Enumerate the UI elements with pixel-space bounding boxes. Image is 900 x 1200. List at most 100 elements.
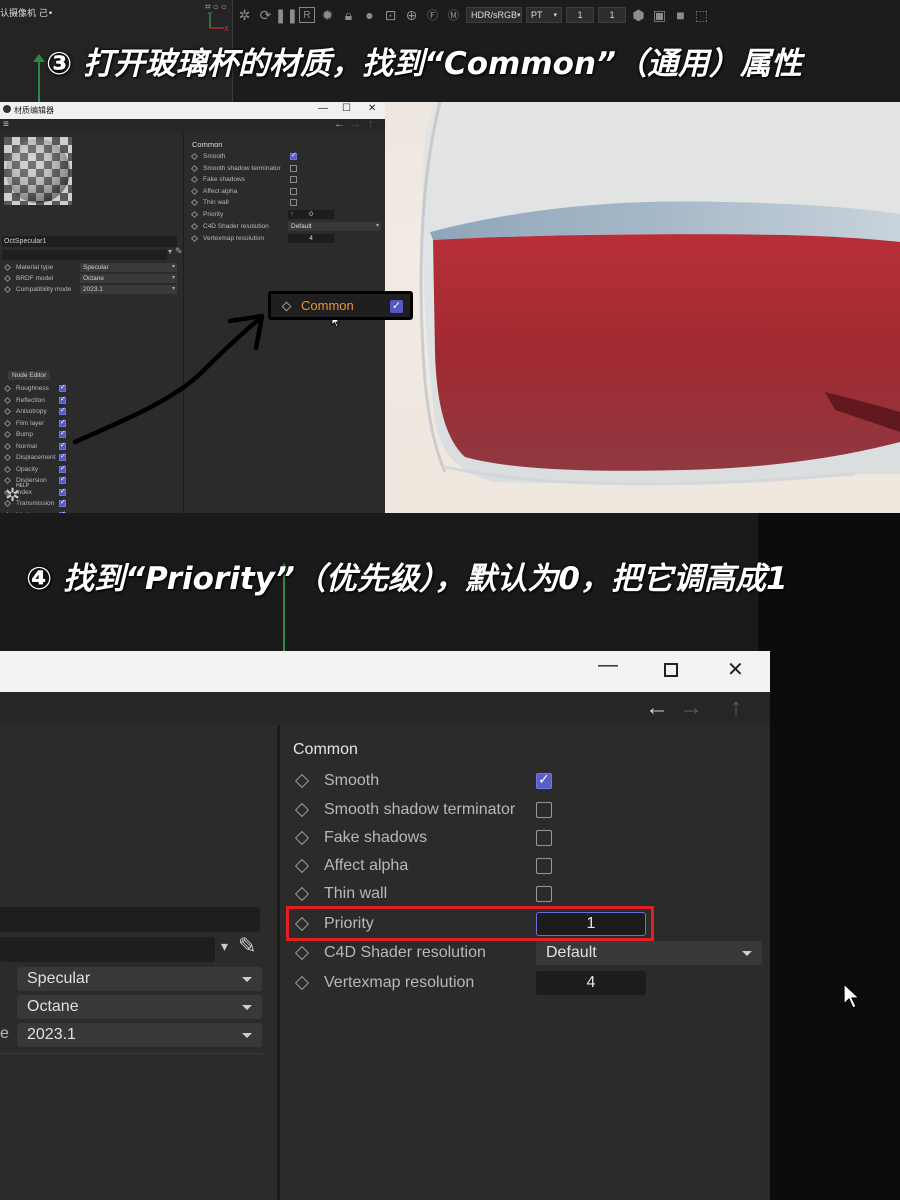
- smooth-checkbox[interactable]: [536, 771, 552, 789]
- channel-checkbox[interactable]: [59, 464, 66, 473]
- keyframe-diamond-icon[interactable]: [190, 234, 199, 243]
- compat-select-large[interactable]: 2023.1: [17, 1023, 262, 1047]
- panel-divider[interactable]: [183, 133, 184, 513]
- material-sub-field[interactable]: [2, 250, 167, 260]
- c4d-shader-resolution-select[interactable]: Default: [536, 941, 762, 965]
- keyframe-diamond-icon[interactable]: [3, 465, 12, 473]
- smooth-shadow-terminator-checkbox[interactable]: [536, 802, 552, 818]
- channel-checkbox[interactable]: [59, 418, 66, 427]
- frame-icon[interactable]: ▣: [651, 7, 668, 24]
- back-arrow-icon[interactable]: ←: [645, 694, 669, 722]
- channel-checkbox[interactable]: [59, 395, 66, 404]
- menu-icon[interactable]: ≡: [3, 119, 9, 130]
- keyframe-diamond-icon[interactable]: [3, 442, 12, 450]
- priority-field-small[interactable]: ‹ 0: [288, 210, 334, 219]
- keyframe-diamond-icon[interactable]: [190, 152, 199, 161]
- keyframe-diamond-icon[interactable]: [3, 263, 12, 272]
- back-arrow-icon[interactable]: ←: [334, 118, 345, 130]
- thin-wall-checkbox[interactable]: [536, 886, 552, 902]
- keyframe-diamond-icon[interactable]: [190, 222, 199, 231]
- smooth-shadow-checkbox-small[interactable]: [290, 165, 297, 172]
- keyframe-diamond-icon[interactable]: [294, 975, 310, 991]
- channel-checkbox[interactable]: [59, 475, 66, 484]
- material-type-select-large[interactable]: Specular: [17, 967, 262, 991]
- smooth-checkbox-small[interactable]: [290, 151, 297, 160]
- compat-select[interactable]: 2023.1: [80, 285, 177, 294]
- render-viewport[interactable]: [385, 102, 900, 513]
- keyframe-diamond-icon[interactable]: [294, 802, 310, 818]
- channel-row[interactable]: Opacity: [0, 464, 182, 475]
- fullscreen-icon[interactable]: ⬚: [693, 7, 710, 24]
- eyedropper-icon[interactable]: ✎: [238, 933, 256, 959]
- add-icon[interactable]: ⊕: [403, 7, 420, 24]
- keyframe-diamond-icon[interactable]: [3, 476, 12, 485]
- keyframe-diamond-icon[interactable]: [294, 830, 310, 846]
- dropdown-icon[interactable]: ▾: [168, 247, 172, 256]
- keyframe-diamond-icon[interactable]: [3, 384, 12, 393]
- keyframe-diamond-icon[interactable]: [294, 858, 310, 874]
- dot-icon[interactable]: ⊡: [382, 7, 399, 24]
- node-editor-button[interactable]: Node Editor: [8, 371, 51, 380]
- hex-icon[interactable]: ⬢: [630, 7, 647, 24]
- maximize-icon[interactable]: [664, 663, 678, 677]
- affect-alpha-checkbox[interactable]: [536, 858, 552, 874]
- thin-wall-checkbox-small[interactable]: [290, 199, 297, 206]
- channel-checkbox[interactable]: [59, 498, 66, 507]
- keyframe-diamond-icon[interactable]: [294, 886, 310, 902]
- dropdown-icon[interactable]: ▾: [221, 938, 228, 955]
- lock-icon[interactable]: 🔒︎: [340, 7, 357, 24]
- channel-row[interactable]: Film layer: [0, 418, 182, 429]
- vertexmap-field-small[interactable]: 4: [288, 234, 334, 243]
- keyframe-diamond-icon[interactable]: [190, 164, 199, 173]
- value-field-1[interactable]: 1: [566, 7, 594, 23]
- channel-row[interactable]: Bump: [0, 429, 182, 440]
- channel-checkbox[interactable]: [59, 452, 66, 461]
- close-icon[interactable]: ✕: [727, 657, 744, 682]
- affect-alpha-checkbox-small[interactable]: [290, 188, 297, 195]
- minimize-icon[interactable]: —: [318, 103, 328, 114]
- channel-checkbox[interactable]: [59, 441, 66, 450]
- c4d-shader-select-small[interactable]: Default: [288, 222, 381, 231]
- m-icon[interactable]: Ⓜ: [445, 7, 462, 24]
- keyframe-diamond-icon[interactable]: [190, 198, 199, 207]
- vertexmap-resolution-input[interactable]: 4: [536, 971, 646, 995]
- pause-icon[interactable]: ❚❚: [275, 7, 298, 24]
- material-name-field-large[interactable]: [0, 907, 260, 932]
- fake-shadows-checkbox-small[interactable]: [290, 176, 297, 183]
- keyframe-diamond-icon[interactable]: [3, 396, 12, 404]
- channel-row[interactable]: Displacement: [0, 452, 182, 463]
- maximize-icon[interactable]: ☐: [342, 103, 351, 114]
- keyframe-diamond-icon[interactable]: [3, 407, 12, 416]
- channel-checkbox[interactable]: [59, 406, 66, 415]
- refresh-icon[interactable]: ⟳: [257, 7, 274, 24]
- channel-row[interactable]: Transmission: [0, 498, 182, 509]
- decrement-arrow-icon[interactable]: ‹: [291, 210, 293, 219]
- color-space-select[interactable]: HDR/sRGB ▾: [466, 7, 522, 23]
- brdf-select-large[interactable]: Octane: [17, 995, 262, 1019]
- channel-checkbox[interactable]: [59, 429, 66, 438]
- eyedropper-icon[interactable]: ✎: [175, 246, 183, 257]
- forward-arrow-icon[interactable]: →: [350, 118, 361, 130]
- material-name-field[interactable]: OctSpecular1: [2, 236, 177, 247]
- fake-shadows-checkbox[interactable]: [536, 830, 552, 846]
- region-render-icon[interactable]: R: [299, 7, 315, 23]
- material-preview[interactable]: [4, 137, 72, 205]
- settings-gear-icon[interactable]: ✹: [319, 7, 336, 24]
- brdf-select[interactable]: Octane: [80, 274, 177, 283]
- sphere-icon[interactable]: ●: [361, 7, 378, 24]
- up-arrow-icon[interactable]: ↑: [730, 694, 742, 722]
- channel-row[interactable]: Roughness: [0, 383, 182, 394]
- octane-logo-icon[interactable]: ✲: [236, 7, 253, 24]
- keyframe-diamond-icon[interactable]: [190, 175, 199, 184]
- material-type-select[interactable]: Specular: [80, 263, 177, 272]
- camera-icon[interactable]: ■: [672, 7, 689, 24]
- up-arrow-icon[interactable]: ↑: [368, 118, 374, 130]
- material-sub-field-large[interactable]: [0, 937, 215, 962]
- close-icon[interactable]: ✕: [368, 103, 376, 114]
- channel-checkbox[interactable]: [59, 487, 66, 496]
- minimize-icon[interactable]: —: [598, 654, 618, 677]
- f-icon[interactable]: Ⓕ: [424, 7, 441, 24]
- channel-row[interactable]: Reflection: [0, 395, 182, 406]
- keyframe-diamond-icon[interactable]: [3, 430, 12, 439]
- keyframe-diamond-icon[interactable]: [294, 773, 310, 789]
